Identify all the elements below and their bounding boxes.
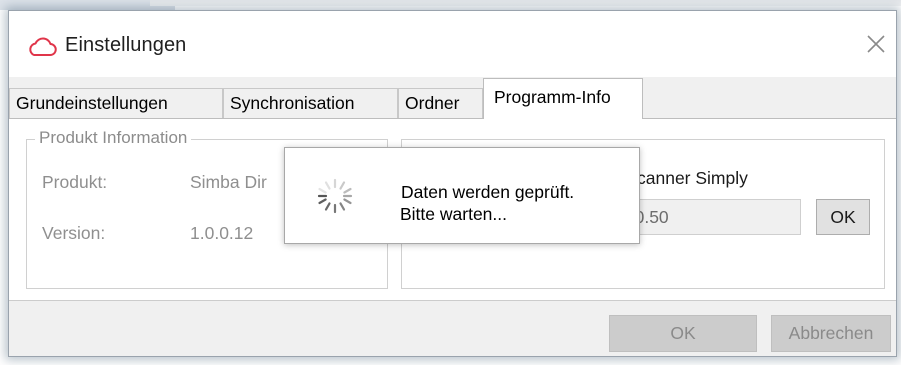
tab-grundeinstellungen[interactable]: Grundeinstellungen (9, 88, 223, 118)
window-title: Einstellungen (65, 34, 187, 56)
product-label: Produkt: (42, 172, 108, 192)
group-title: Produkt Information (35, 128, 192, 148)
loading-message: Daten werden geprüft. (401, 182, 575, 202)
background-window-edge (0, 0, 175, 10)
version-field[interactable]: 3.0.50 (613, 199, 801, 235)
tab-programm-info[interactable]: Programm-Info (483, 78, 643, 119)
tab-ordner[interactable]: Ordner (398, 88, 483, 118)
cancel-button[interactable]: Abbrechen (771, 315, 891, 352)
version-value: 1.0.0.12 (190, 223, 254, 243)
close-icon[interactable] (861, 29, 891, 59)
spinner-icon (317, 178, 353, 214)
loading-popup: Daten werden geprüft. Bitte warten... (284, 147, 640, 244)
ok-button-small[interactable]: OK (816, 199, 870, 235)
title-bar: Einstellungen (9, 11, 896, 77)
background-window-strip (150, 0, 901, 6)
update-title: canner Simply (637, 168, 748, 188)
cloud-outline-icon (29, 37, 57, 56)
ok-button[interactable]: OK (609, 315, 757, 352)
tab-bar: Grundeinstellungen Synchronisation Ordne… (9, 78, 896, 119)
loading-wait-text: Bitte warten... (400, 204, 507, 224)
product-value: Simba Dir (190, 172, 267, 192)
version-label: Version: (42, 223, 106, 243)
tab-synchronisation[interactable]: Synchronisation (223, 88, 398, 118)
